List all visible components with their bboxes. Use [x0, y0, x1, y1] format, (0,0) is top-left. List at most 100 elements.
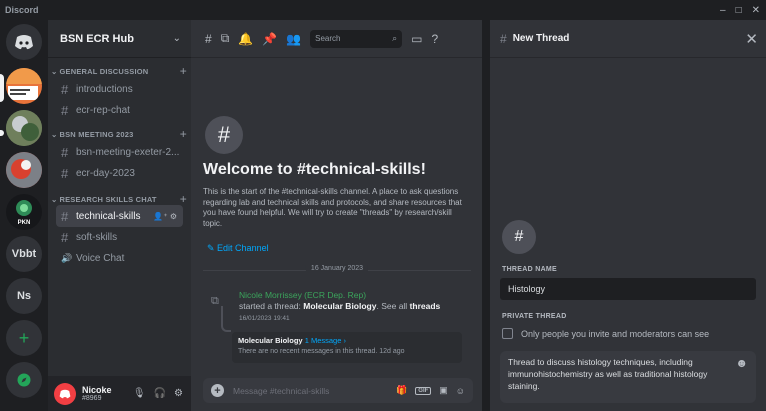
welcome-heading: Welcome to #technical-skills! — [203, 161, 426, 178]
channel-voice-chat[interactable]: 🔊 Voice Chat — [56, 247, 183, 269]
server-icon-orange[interactable] — [6, 68, 42, 104]
thread-icon: # — [500, 31, 507, 46]
thread-message-count[interactable]: 1 Message › — [305, 336, 346, 345]
category-label: BSN MEETING 2023 — [59, 129, 134, 139]
server-image-icon — [6, 152, 42, 188]
message-composer[interactable]: + Message #technical-skills 🎁 GIF ▣ ☺ — [203, 378, 473, 403]
private-thread-option[interactable]: Only people you invite and moderators ca… — [502, 328, 709, 339]
headphones-icon[interactable]: 🎧 — [154, 388, 166, 399]
thread-name-input[interactable]: Histology — [500, 278, 756, 300]
close-icon[interactable]: ✕ — [745, 30, 758, 48]
maximize-icon[interactable]: □ — [736, 5, 742, 16]
active-server-pill — [0, 74, 4, 102]
channel-introductions[interactable]: # introductions — [56, 78, 183, 100]
hash-icon: # — [61, 102, 69, 118]
channel-ecr-rep-chat[interactable]: # ecr-rep-chat — [56, 99, 183, 121]
threads-hash-icon: # — [61, 208, 69, 224]
server-label: Vbbt — [11, 248, 37, 260]
channel-label: soft-skills — [76, 231, 118, 243]
thread-preview-card[interactable]: Molecular Biology 1 Message › There are … — [232, 332, 462, 363]
message-body: started a thread: Molecular Biology. See… — [239, 301, 459, 324]
private-thread-checkbox[interactable] — [502, 328, 513, 339]
thread-panel-header: # New Thread ✕ — [490, 20, 766, 58]
discord-logo-icon — [15, 35, 33, 50]
gear-icon[interactable]: ⚙ — [174, 388, 183, 399]
gift-icon[interactable]: 🎁 — [396, 385, 407, 396]
hash-icon: # — [61, 229, 69, 245]
channel-label: ecr-day-2023 — [76, 167, 135, 179]
threads-icon[interactable]: ⧉ — [221, 31, 230, 46]
window-controls: – □ ✕ — [720, 5, 760, 16]
chat-area: # ⧉ 🔔 📌 👥 Search ⌕ ▭ ? # Welcome to #tec… — [191, 20, 482, 411]
title-bar: Discord – □ ✕ — [0, 0, 766, 20]
gif-button[interactable]: GIF — [415, 386, 432, 395]
message-text: started a thread: — [239, 301, 304, 311]
emoji-icon[interactable]: ☻ — [735, 357, 748, 369]
minimize-icon[interactable]: – — [720, 5, 726, 16]
speaker-icon: 🔊 — [61, 252, 73, 263]
channel-toolbar: # ⧉ 🔔 📌 👥 Search ⌕ ▭ ? — [191, 20, 482, 58]
channel-hash-icon: # — [205, 31, 212, 46]
server-vbbt[interactable]: Vbbt — [6, 236, 42, 272]
hash-icon: # — [61, 165, 69, 181]
message-text: . See all — [376, 301, 410, 311]
user-info[interactable]: Nicoke #8969 — [82, 385, 112, 402]
username: Nicoke — [82, 385, 112, 395]
guild-header[interactable]: BSN ECR Hub ⌄ — [48, 20, 191, 58]
close-window-icon[interactable]: ✕ — [752, 5, 760, 16]
channel-soft-skills[interactable]: # soft-skills — [56, 226, 183, 248]
thread-connector — [221, 306, 231, 332]
compass-icon — [17, 373, 31, 387]
add-channel-icon[interactable]: + — [180, 64, 187, 78]
unread-pill — [0, 130, 4, 136]
emoji-icon[interactable]: ☺ — [456, 386, 465, 396]
server-ns[interactable]: Ns — [6, 278, 42, 314]
add-channel-icon[interactable]: + — [180, 192, 187, 206]
add-server-button[interactable]: + — [6, 320, 42, 356]
thread-age: 12d ago — [379, 348, 405, 355]
category-label: RESEARCH SKILLS CHAT — [59, 194, 157, 204]
channel-technical-skills[interactable]: # technical-skills 👤⁺ ⚙ — [56, 205, 183, 227]
notification-bell-icon[interactable]: 🔔 — [238, 32, 253, 46]
microphone-icon[interactable]: 🎙 — [133, 388, 146, 399]
user-panel: Nicoke #8969 🎙 🎧 ⚙ — [48, 376, 191, 411]
channel-bsn-meeting-exeter[interactable]: # bsn-meeting-exeter-2... — [56, 141, 183, 163]
avatar[interactable] — [54, 382, 76, 405]
channel-label: Voice Chat — [76, 252, 125, 264]
invite-settings-icons[interactable]: 👤⁺ ⚙ — [153, 212, 177, 221]
edit-channel-link[interactable]: ✎ Edit Channel — [207, 243, 269, 254]
message-input[interactable]: Message #technical-skills — [233, 386, 329, 396]
server-icon-red[interactable] — [6, 152, 42, 188]
server-label: Ns — [16, 290, 32, 302]
app-name: Discord — [5, 5, 39, 15]
divider-date: 16 January 2023 — [305, 265, 369, 272]
server-icon-pkn[interactable]: PKN — [6, 194, 42, 230]
member-list-icon[interactable]: 👥 — [286, 32, 301, 46]
pencil-icon: ✎ — [207, 243, 218, 253]
search-placeholder: Search — [315, 34, 341, 43]
help-icon[interactable]: ? — [431, 32, 438, 46]
message-author[interactable]: Nicole Morrissey (ECR Dep. Rep) — [239, 290, 366, 300]
pin-icon[interactable]: 📌 — [262, 32, 277, 46]
discord-home-button[interactable] — [6, 24, 42, 60]
new-thread-panel: # New Thread ✕ # THREAD NAME Histology P… — [486, 20, 766, 411]
channel-ecr-day-2023[interactable]: # ecr-day-2023 — [56, 162, 183, 184]
add-channel-icon[interactable]: + — [180, 127, 187, 141]
search-input[interactable]: Search ⌕ — [310, 29, 403, 48]
thread-starter-message-input[interactable]: Thread to discuss histology techniques, … — [500, 351, 756, 403]
channel-label: introductions — [76, 83, 133, 95]
inbox-icon[interactable]: ▭ — [411, 32, 422, 46]
thread-link[interactable]: Molecular Biology — [303, 301, 376, 311]
add-attachment-icon[interactable]: + — [211, 384, 224, 397]
category-bsn-meeting[interactable]: ⌄ BSN MEETING 2023 + — [51, 127, 187, 141]
user-tag: #8969 — [82, 395, 102, 402]
chevron-down-icon[interactable]: ⌄ — [173, 33, 181, 44]
thread-panel-title: New Thread — [512, 33, 570, 44]
see-all-threads-link[interactable]: threads — [410, 301, 441, 311]
server-icon-photo[interactable] — [6, 110, 42, 146]
sticker-icon[interactable]: ▣ — [439, 385, 448, 396]
add-server-icon: + — [18, 327, 30, 348]
category-general-discussion[interactable]: ⌄ GENERAL DISCUSSION + — [51, 64, 187, 78]
category-research-skills[interactable]: ⌄ RESEARCH SKILLS CHAT + — [51, 192, 187, 206]
explore-servers-button[interactable] — [6, 362, 42, 398]
